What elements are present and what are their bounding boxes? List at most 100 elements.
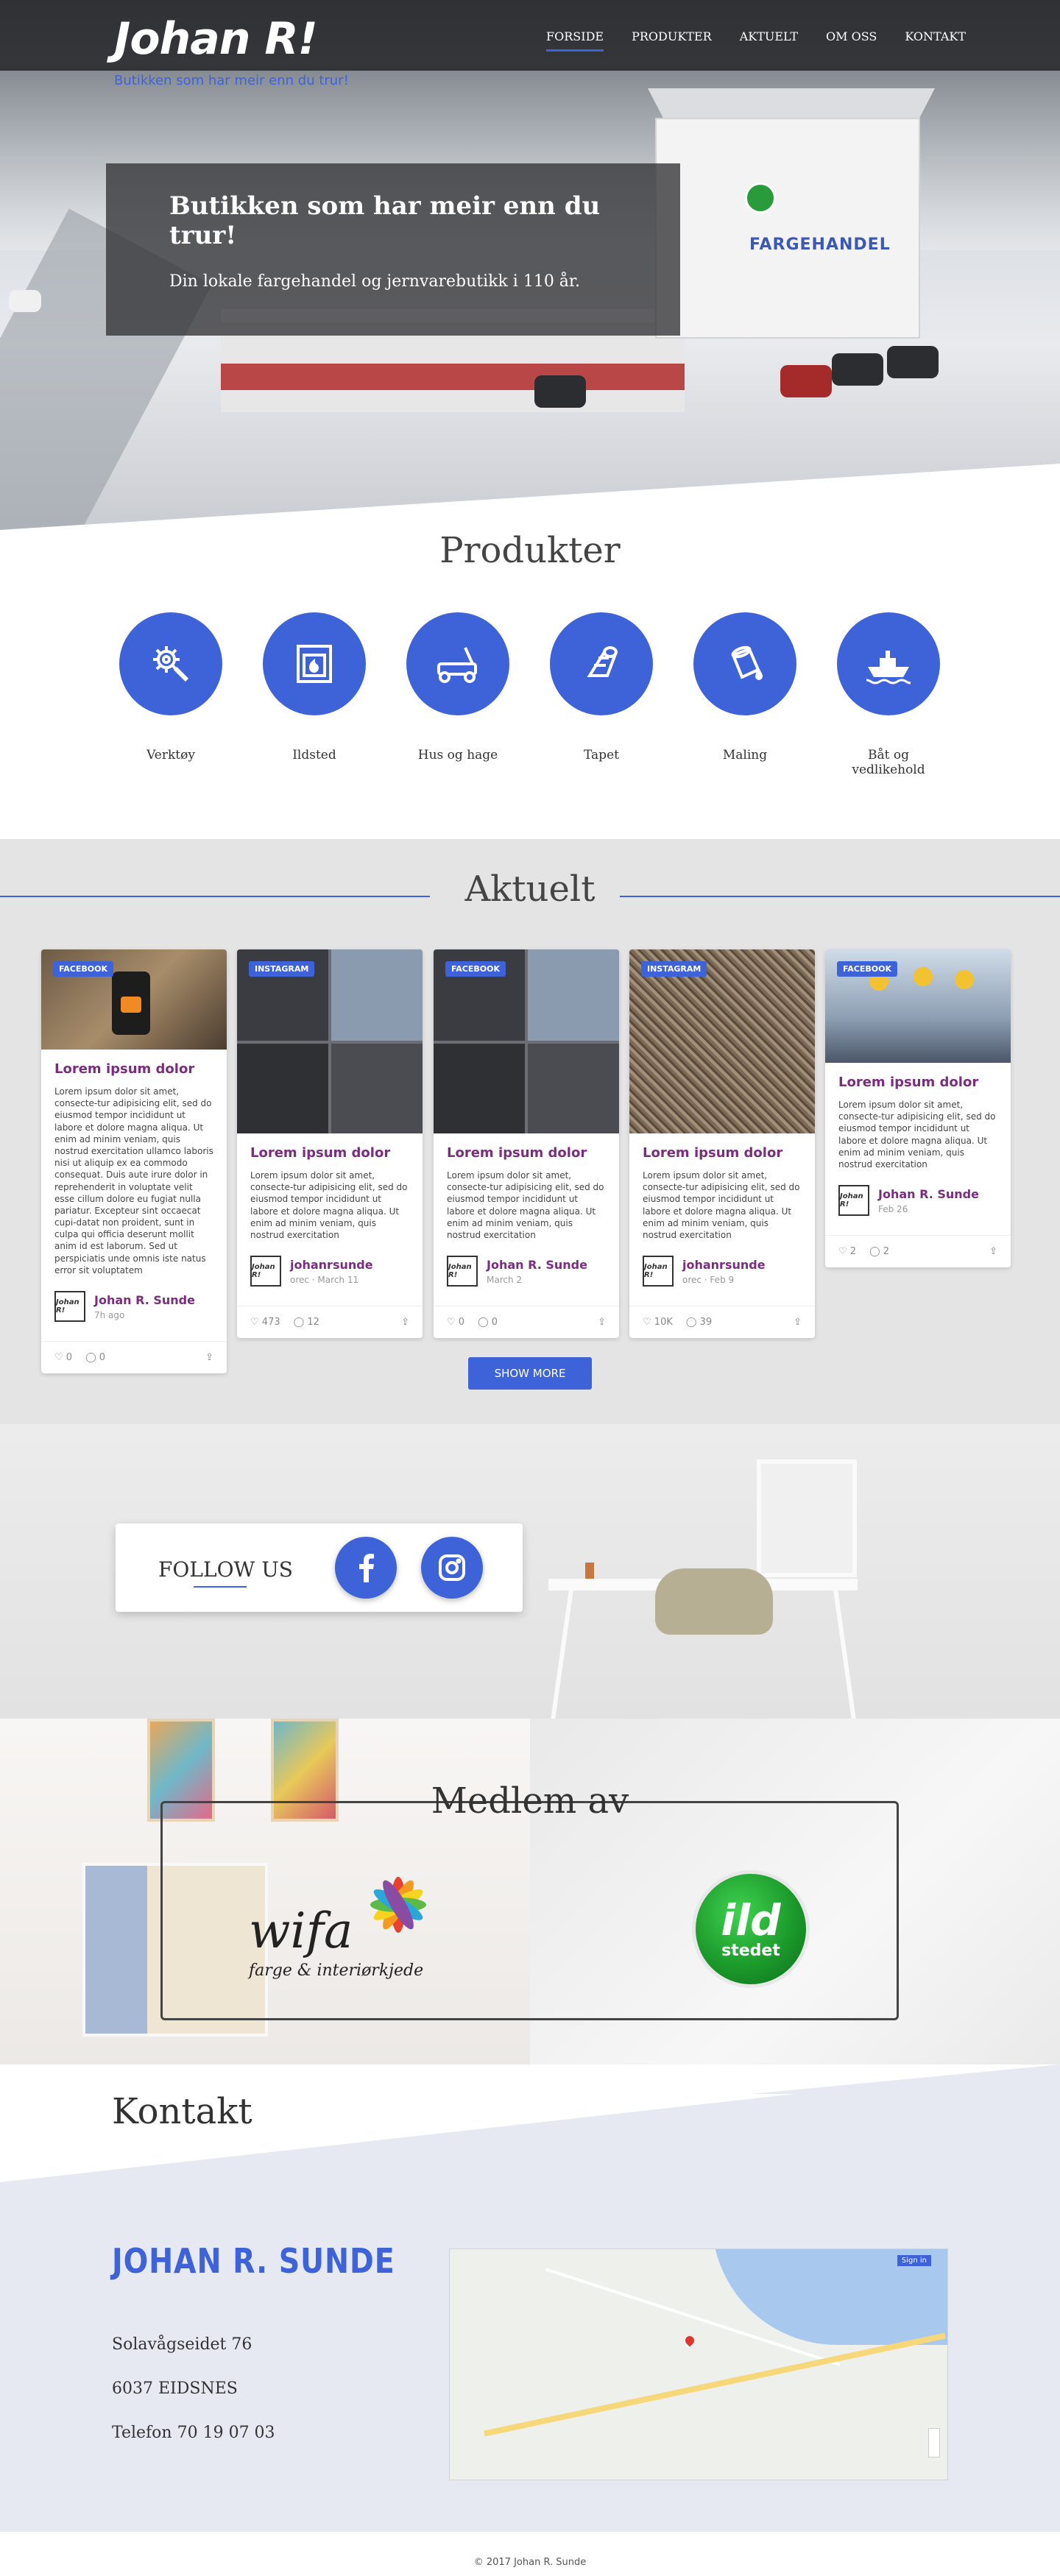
company-name: JOHAN R. SUNDE: [112, 2241, 395, 2281]
comment-icon: ◯: [85, 1352, 96, 1363]
author-name[interactable]: Johan R. Sunde: [94, 1293, 195, 1307]
card-title[interactable]: Lorem ipsum dolor: [447, 1145, 606, 1161]
comment-count[interactable]: ◯ 0: [478, 1317, 498, 1328]
aktuelt-section: Aktuelt FACEBOOK Lorem ipsum dolor Lorem…: [0, 839, 1060, 1424]
copyright: © 2017 Johan R. Sunde: [473, 2557, 587, 2568]
author-name[interactable]: johanrsunde: [682, 1258, 766, 1272]
product-list: Verktøy Ildsted Hus og hage Tapet Maling: [119, 612, 940, 777]
comment-count[interactable]: ◯ 0: [85, 1352, 105, 1363]
car: [534, 375, 586, 408]
facebook-icon[interactable]: [335, 1537, 397, 1599]
share-icon[interactable]: ⇪: [989, 1246, 997, 1257]
nav-aktuelt[interactable]: AKTUELT: [740, 29, 798, 52]
wifa-tagline: farge & interiørkjede: [249, 1961, 424, 1980]
card-text: Lorem ipsum dolor sit amet, consecte-tur…: [447, 1170, 604, 1240]
feed-card[interactable]: INSTAGRAM Lorem ipsum dolor Lorem ipsum …: [629, 949, 815, 1339]
product-bat-og-vedlikehold[interactable]: Båt og vedlikehold: [837, 612, 940, 777]
stedet-wordmark: stedet: [721, 1941, 780, 1960]
like-count[interactable]: ♡ 2: [838, 1246, 856, 1257]
heart-icon: ♡: [54, 1352, 63, 1363]
author-name[interactable]: Johan R. Sunde: [487, 1258, 587, 1272]
card-image[interactable]: FACEBOOK: [41, 949, 227, 1050]
like-count[interactable]: ♡ 0: [447, 1317, 464, 1328]
show-more-button[interactable]: SHOW MORE: [468, 1357, 592, 1390]
card-image[interactable]: INSTAGRAM: [629, 949, 815, 1133]
ildstedet-logo[interactable]: ild stedet: [692, 1870, 810, 1988]
card-image[interactable]: FACEBOOK: [434, 949, 619, 1133]
comment-icon: ◯: [293, 1317, 305, 1328]
wallpaper-roll-icon[interactable]: [550, 612, 653, 715]
wifa-logo[interactable]: wifa farge & interiørkjede: [249, 1864, 470, 1982]
share-icon[interactable]: ⇪: [598, 1317, 606, 1328]
feed-card[interactable]: INSTAGRAM Lorem ipsum dolor Lorem ipsum …: [237, 949, 423, 1339]
card-image[interactable]: FACEBOOK: [825, 949, 1011, 1063]
map-pin-icon[interactable]: [683, 2334, 696, 2347]
like-count[interactable]: ♡ 473: [250, 1317, 280, 1328]
nav-kontakt[interactable]: KONTAKT: [905, 29, 966, 52]
post-time: orec · Feb 9: [682, 1274, 735, 1285]
gear-wrench-icon[interactable]: [119, 612, 222, 715]
feed-card[interactable]: FACEBOOK Lorem ipsum dolor Lorem ipsum d…: [825, 949, 1011, 1268]
paint-bucket-icon[interactable]: [693, 612, 796, 715]
author-name[interactable]: johanrsunde: [290, 1258, 373, 1272]
product-tapet[interactable]: Tapet: [550, 612, 653, 777]
medlem-section: Medlem av wifa farge & interiørkjede ild…: [0, 1719, 1060, 2064]
site-logo[interactable]: Johan R!: [114, 13, 318, 65]
product-ildsted[interactable]: Ildsted: [263, 612, 366, 777]
nav-om-oss[interactable]: OM OSS: [826, 29, 877, 52]
like-count[interactable]: ♡ 10K: [643, 1317, 673, 1328]
product-label: Tapet: [584, 748, 619, 762]
avatar: Johan R!: [838, 1185, 869, 1217]
comment-icon: ◯: [869, 1246, 880, 1258]
product-label: Maling: [722, 748, 768, 762]
comment-count[interactable]: ◯ 39: [686, 1317, 712, 1328]
nav-produkter[interactable]: PRODUKTER: [632, 29, 712, 52]
product-label: Verktøy: [146, 748, 195, 762]
card-title[interactable]: Lorem ipsum dolor: [838, 1075, 997, 1090]
card-text: Lorem ipsum dolor sit amet, consecte-tur…: [643, 1170, 800, 1240]
card-title[interactable]: Lorem ipsum dolor: [250, 1145, 409, 1161]
products-section: Produkter Verktøy Ildsted Hus og hage Ta…: [0, 530, 1060, 839]
product-maling[interactable]: Maling: [693, 612, 796, 777]
share-icon[interactable]: ⇪: [401, 1317, 409, 1328]
hero-subtitle: Din lokale fargehandel og jernvarebutikk…: [169, 272, 581, 291]
follow-section: FOLLOW US: [0, 1424, 1060, 1719]
instagram-icon[interactable]: [421, 1537, 483, 1599]
follow-us-box: FOLLOW US: [116, 1524, 523, 1612]
comment-count[interactable]: ◯ 12: [294, 1317, 319, 1328]
map-zoom-control[interactable]: [928, 2428, 940, 2458]
card-title[interactable]: Lorem ipsum dolor: [643, 1145, 802, 1161]
store-sign: FARGEHANDEL: [749, 236, 891, 254]
product-label: Hus og hage: [417, 748, 498, 762]
comment-count[interactable]: ◯ 2: [869, 1246, 889, 1257]
map-embed[interactable]: Sign in: [449, 2248, 948, 2480]
avatar: Johan R!: [54, 1291, 85, 1322]
card-text: Lorem ipsum dolor sit amet, consecte-tur…: [838, 1100, 996, 1170]
underline: [194, 1586, 247, 1588]
phone-number[interactable]: Telefon 70 19 07 03: [112, 2424, 275, 2442]
product-verktoy[interactable]: Verktøy: [119, 612, 222, 777]
map-sign-in-button[interactable]: Sign in: [897, 2255, 931, 2266]
fireplace-icon[interactable]: [263, 612, 366, 715]
share-icon[interactable]: ⇪: [794, 1317, 802, 1328]
feed-card[interactable]: FACEBOOK Lorem ipsum dolor Lorem ipsum d…: [41, 949, 227, 1373]
card-title[interactable]: Lorem ipsum dolor: [54, 1061, 213, 1077]
product-hus-og-hage[interactable]: Hus og hage: [406, 612, 509, 777]
avatar: Johan R!: [643, 1256, 674, 1287]
author-name[interactable]: Johan R. Sunde: [878, 1187, 979, 1201]
avatar: Johan R!: [447, 1256, 478, 1287]
card-image[interactable]: INSTAGRAM: [237, 949, 423, 1133]
product-label: Ildsted: [292, 748, 336, 762]
products-title: Produkter: [439, 530, 621, 571]
like-count[interactable]: ♡ 0: [54, 1352, 72, 1363]
car: [780, 365, 832, 397]
lawnmower-icon[interactable]: [406, 612, 509, 715]
post-time: March 2: [487, 1274, 523, 1285]
nav-forside[interactable]: FORSIDE: [546, 29, 604, 52]
boat-icon[interactable]: [837, 612, 940, 715]
heart-icon: ♡: [838, 1246, 847, 1258]
source-badge: INSTAGRAM: [249, 961, 315, 977]
feed-card[interactable]: FACEBOOK Lorem ipsum dolor Lorem ipsum d…: [434, 949, 619, 1339]
logo-tagline: Butikken som har meir enn du trur!: [114, 73, 349, 88]
share-icon[interactable]: ⇪: [205, 1352, 213, 1363]
